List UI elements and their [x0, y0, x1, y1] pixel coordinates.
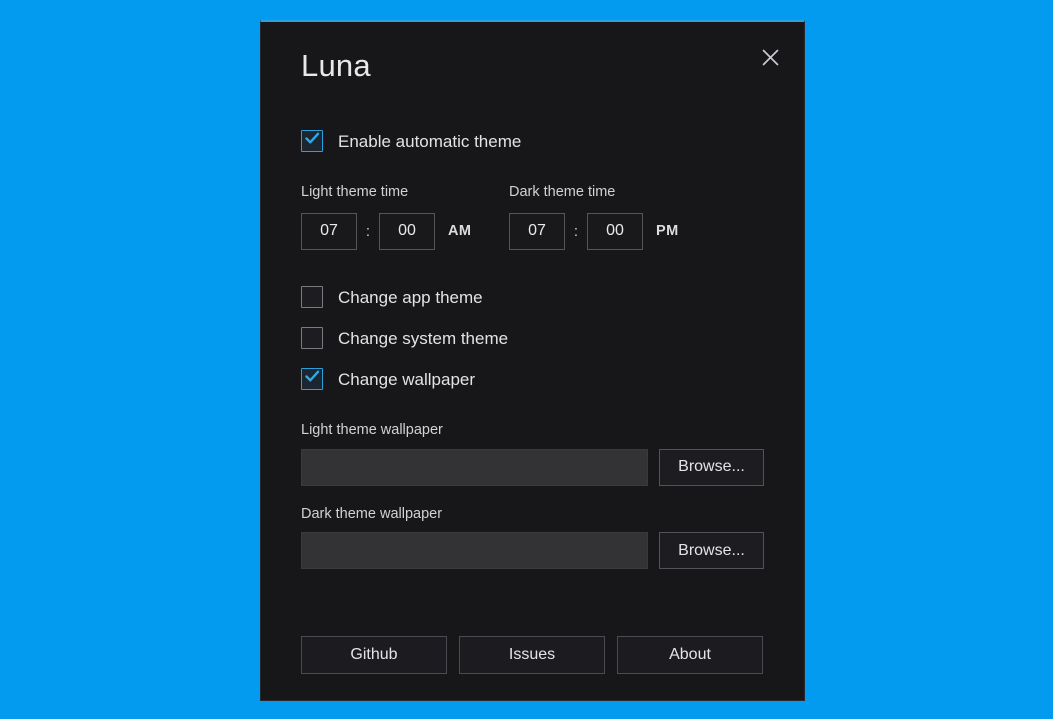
dark-theme-hour-input[interactable]: 07 [509, 212, 565, 250]
theme-options-group: Change app theme Change system theme Cha… [301, 283, 764, 393]
issues-button[interactable]: Issues [459, 636, 605, 674]
footer-button-row: Github Issues About [301, 636, 764, 674]
dark-theme-meridiem[interactable]: PM [656, 223, 679, 239]
close-icon [761, 48, 780, 67]
change-wallpaper-row[interactable]: Change wallpaper [301, 365, 764, 393]
enable-automatic-theme-checkbox[interactable] [301, 130, 323, 152]
light-wallpaper-row: Browse... [301, 448, 764, 486]
enable-automatic-theme-label: Enable automatic theme [338, 131, 522, 151]
change-system-theme-row[interactable]: Change system theme [301, 324, 764, 352]
change-app-theme-checkbox[interactable] [301, 286, 323, 308]
light-theme-hour-input[interactable]: 07 [301, 212, 357, 250]
github-button[interactable]: Github [301, 636, 447, 674]
dark-wallpaper-browse-button[interactable]: Browse... [659, 532, 764, 569]
light-wallpaper-section: Light theme wallpaper Browse... [301, 423, 764, 486]
dark-wallpaper-section: Dark theme wallpaper Browse... [301, 505, 764, 569]
checkmark-icon [304, 370, 320, 388]
dark-theme-time-row: 07 : 00 PM [509, 212, 679, 250]
time-settings-section: Light theme time 07 : 00 AM Dark theme t… [301, 185, 764, 257]
change-app-theme-label: Change app theme [338, 287, 483, 307]
dark-wallpaper-input[interactable] [301, 532, 648, 569]
light-wallpaper-browse-button[interactable]: Browse... [659, 448, 764, 486]
light-theme-time-group: Light theme time 07 : 00 AM [301, 185, 471, 250]
about-button[interactable]: About [617, 636, 763, 674]
light-time-separator: : [365, 222, 371, 240]
dark-time-separator: : [573, 222, 579, 240]
enable-automatic-theme-row[interactable]: Enable automatic theme [301, 127, 764, 155]
dialog-body: Enable automatic theme Light theme time … [261, 127, 804, 674]
light-wallpaper-input[interactable] [301, 448, 648, 486]
checkmark-icon [304, 132, 320, 150]
light-theme-time-row: 07 : 00 AM [301, 212, 471, 250]
change-wallpaper-label: Change wallpaper [338, 369, 476, 389]
light-theme-minute-input[interactable]: 00 [379, 212, 435, 250]
dark-wallpaper-row: Browse... [301, 532, 764, 569]
change-system-theme-checkbox[interactable] [301, 327, 323, 349]
light-wallpaper-label: Light theme wallpaper [301, 422, 443, 438]
dark-theme-time-label: Dark theme time [509, 184, 616, 200]
light-theme-meridiem[interactable]: AM [448, 223, 471, 239]
desktop-background: Luna Enable automatic theme Light theme … [0, 0, 1053, 719]
page-title: Luna [301, 48, 371, 83]
title-bar: Luna [261, 22, 804, 100]
luna-settings-window: Luna Enable automatic theme Light theme … [260, 20, 805, 701]
close-button[interactable] [752, 39, 788, 75]
change-app-theme-row[interactable]: Change app theme [301, 283, 764, 311]
dark-theme-time-group: Dark theme time 07 : 00 PM [509, 185, 679, 250]
dark-theme-minute-input[interactable]: 00 [587, 212, 643, 250]
change-wallpaper-checkbox[interactable] [301, 368, 323, 390]
change-system-theme-label: Change system theme [338, 328, 509, 348]
dark-wallpaper-label: Dark theme wallpaper [301, 505, 443, 522]
light-theme-time-label: Light theme time [301, 184, 409, 200]
